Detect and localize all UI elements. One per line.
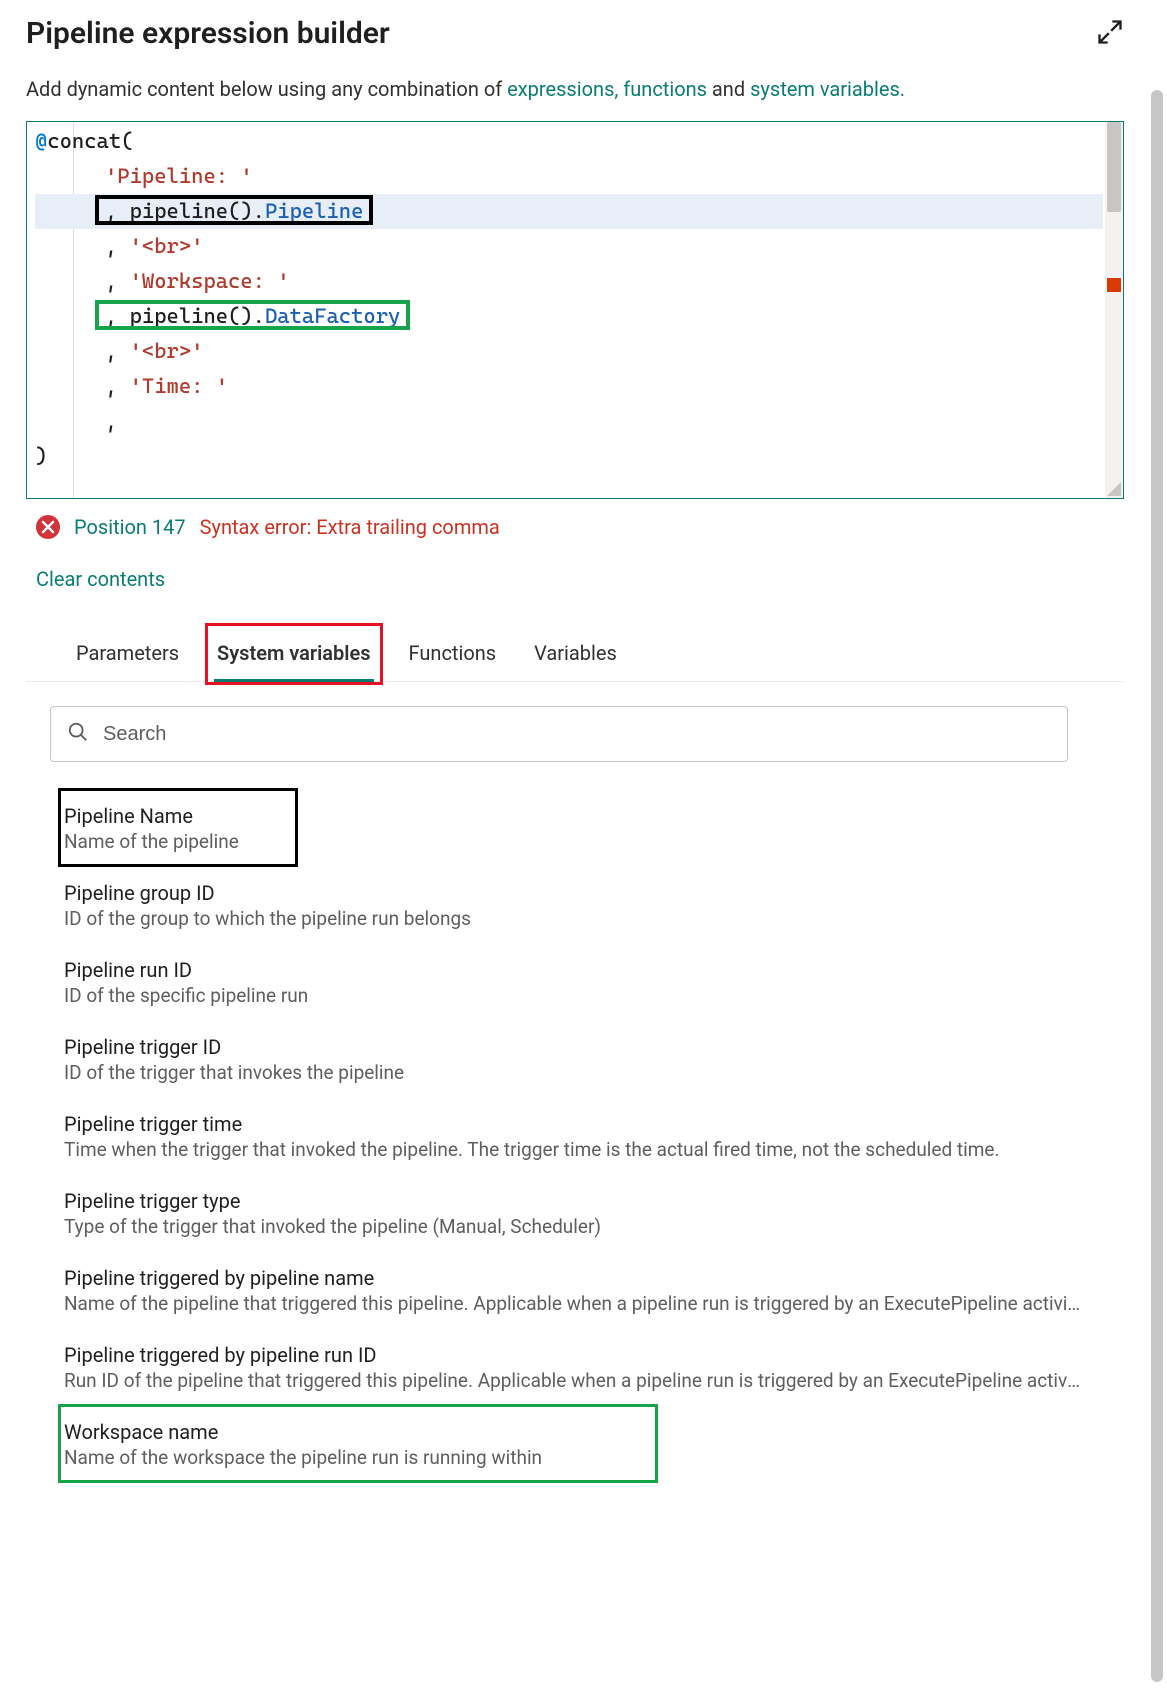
- search-box[interactable]: [50, 706, 1068, 762]
- tab-system-variables[interactable]: System variables: [217, 641, 371, 681]
- system-variable-item[interactable]: Pipeline trigger typeType of the trigger…: [64, 1175, 1084, 1252]
- subhead-and: and: [707, 77, 750, 101]
- system-variable-title: Pipeline triggered by pipeline run ID: [64, 1343, 1084, 1367]
- tab-functions[interactable]: Functions: [409, 641, 497, 681]
- expression-editor[interactable]: @concat('Pipeline: ', pipeline().Pipelin…: [26, 121, 1124, 499]
- resize-handle-icon[interactable]: [1107, 482, 1121, 496]
- search-input[interactable]: [101, 722, 1051, 747]
- editor-scrollbar[interactable]: [1105, 122, 1123, 498]
- system-variable-item[interactable]: Pipeline trigger timeTime when the trigg…: [64, 1098, 1084, 1175]
- system-variable-item[interactable]: Workspace nameName of the workspace the …: [64, 1406, 1084, 1483]
- tab-variables[interactable]: Variables: [534, 641, 617, 681]
- system-variable-title: Pipeline trigger time: [64, 1112, 1084, 1136]
- editor-line[interactable]: , 'Workspace: ': [35, 264, 1103, 299]
- system-variable-description: Type of the trigger that invoked the pip…: [64, 1215, 1084, 1238]
- system-variable-description: ID of the group to which the pipeline ru…: [64, 907, 1084, 930]
- link-system-variables[interactable]: system variables.: [750, 77, 905, 101]
- system-variable-description: Run ID of the pipeline that triggered th…: [64, 1369, 1084, 1392]
- system-variable-item[interactable]: Pipeline run IDID of the specific pipeli…: [64, 944, 1084, 1021]
- system-variable-title: Pipeline group ID: [64, 881, 1084, 905]
- system-variable-description: ID of the specific pipeline run: [64, 984, 1084, 1007]
- editor-line[interactable]: , '<br>': [35, 229, 1103, 264]
- editor-line[interactable]: , pipeline().Pipeline: [35, 194, 1103, 229]
- editor-line[interactable]: , '<br>': [35, 334, 1103, 369]
- scrollbar-thumb[interactable]: [1151, 90, 1163, 1682]
- editor-line[interactable]: @concat(: [35, 124, 1103, 159]
- scrollbar-track: [1151, 90, 1163, 1682]
- system-variable-description: Name of the pipeline: [64, 830, 1084, 853]
- tabs-bar: Parameters System variables Functions Varia…: [26, 641, 1124, 682]
- clear-contents-link[interactable]: Clear contents: [36, 567, 165, 591]
- panel-scrollbar[interactable]: [1151, 90, 1163, 1682]
- system-variable-item[interactable]: Pipeline triggered by pipeline nameName …: [64, 1252, 1084, 1329]
- search-icon: [67, 721, 89, 748]
- system-variable-title: Pipeline trigger ID: [64, 1035, 1084, 1059]
- system-variable-title: Pipeline run ID: [64, 958, 1084, 982]
- system-variable-item[interactable]: Pipeline trigger IDID of the trigger tha…: [64, 1021, 1084, 1098]
- expand-icon[interactable]: [1096, 18, 1124, 50]
- editor-content[interactable]: @concat('Pipeline: ', pipeline().Pipelin…: [35, 124, 1103, 474]
- system-variable-description: Name of the workspace the pipeline run i…: [64, 1446, 1084, 1469]
- scrollbar-thumb[interactable]: [1107, 122, 1121, 212]
- editor-line[interactable]: , 'Time: ': [35, 369, 1103, 404]
- error-icon: [36, 515, 60, 539]
- system-variable-title: Pipeline trigger type: [64, 1189, 1084, 1213]
- editor-line[interactable]: , pipeline().DataFactory: [35, 299, 1103, 334]
- system-variable-description: Time when the trigger that invoked the p…: [64, 1138, 1084, 1161]
- scrollbar-error-mark: [1107, 278, 1121, 292]
- system-variable-item[interactable]: Pipeline NameName of the pipeline: [64, 790, 1084, 867]
- error-position: Position 147: [74, 515, 186, 539]
- system-variable-item[interactable]: Pipeline triggered by pipeline run IDRun…: [64, 1329, 1084, 1406]
- page-title: Pipeline expression builder: [26, 16, 390, 51]
- editor-line[interactable]: ): [35, 439, 1103, 474]
- tab-parameters[interactable]: Parameters: [76, 641, 179, 681]
- subhead-prefix: Add dynamic content below using any comb…: [26, 77, 507, 101]
- system-variable-item[interactable]: Pipeline group IDID of the group to whic…: [64, 867, 1084, 944]
- editor-line[interactable]: 'Pipeline: ': [35, 159, 1103, 194]
- error-message: Syntax error: Extra trailing comma: [200, 515, 500, 539]
- system-variable-description: Name of the pipeline that triggered this…: [64, 1292, 1084, 1315]
- system-variable-title: Pipeline triggered by pipeline name: [64, 1266, 1084, 1290]
- system-variables-list: Pipeline NameName of the pipelinePipelin…: [64, 790, 1084, 1483]
- system-variable-title: Workspace name: [64, 1420, 1084, 1444]
- system-variable-title: Pipeline Name: [64, 804, 1084, 828]
- link-expressions[interactable]: expressions,: [507, 77, 618, 101]
- editor-line[interactable]: ,: [35, 404, 1103, 439]
- link-functions[interactable]: functions: [623, 77, 707, 101]
- system-variable-description: ID of the trigger that invokes the pipel…: [64, 1061, 1084, 1084]
- subhead-text: Add dynamic content below using any comb…: [26, 75, 1124, 103]
